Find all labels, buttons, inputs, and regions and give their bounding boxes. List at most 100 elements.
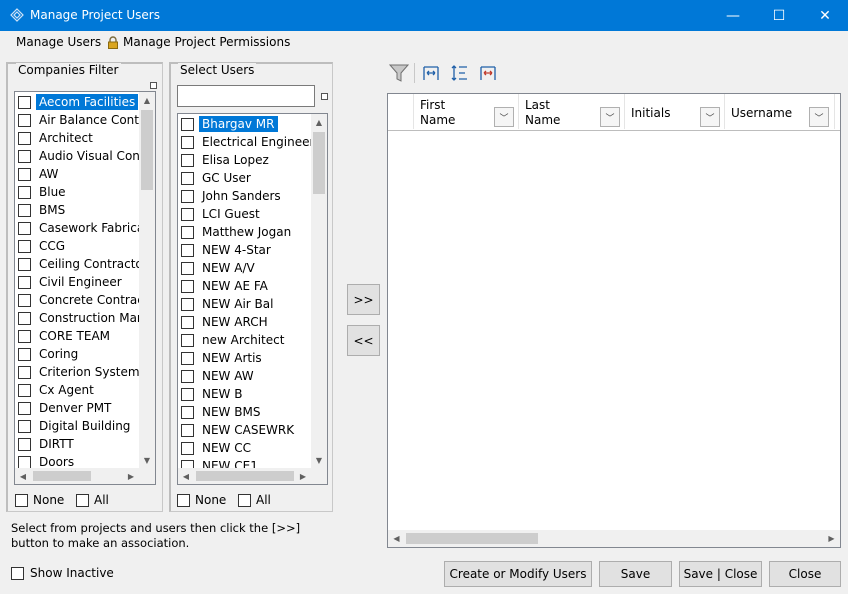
item-checkbox[interactable]	[181, 387, 194, 401]
list-item[interactable]: Matthew Jogan	[178, 223, 294, 241]
list-item[interactable]: Coring	[15, 345, 81, 363]
list-item[interactable]: Digital Building	[15, 417, 133, 435]
column-header-username[interactable]: Username ﹀	[725, 94, 835, 129]
grid-horizontal-scrollbar[interactable]: ◀ ▶	[388, 530, 840, 547]
list-item[interactable]: Criterion Systems	[15, 363, 149, 381]
scroll-up-arrow-icon[interactable]: ▲	[311, 114, 327, 130]
scroll-right-arrow-icon[interactable]: ▶	[823, 530, 840, 547]
item-checkbox[interactable]	[18, 113, 31, 127]
item-checkbox[interactable]	[181, 243, 194, 257]
item-checkbox[interactable]	[181, 207, 194, 221]
item-checkbox[interactable]	[181, 369, 194, 383]
fit-columns-icon[interactable]	[422, 64, 440, 82]
show-inactive-option[interactable]: Show Inactive	[11, 566, 114, 580]
list-item[interactable]: Bhargav MR	[178, 115, 278, 133]
item-checkbox[interactable]	[18, 311, 31, 325]
column-header-last-name[interactable]: Last Name ﹀	[519, 94, 625, 129]
column-header-initials[interactable]: Initials ﹀	[625, 94, 725, 129]
item-checkbox[interactable]	[181, 189, 194, 203]
item-checkbox[interactable]	[181, 135, 194, 149]
list-item[interactable]: DIRTT	[15, 435, 77, 453]
list-item[interactable]: Audio Visual Contra	[15, 147, 155, 165]
list-item[interactable]: NEW BMS	[178, 403, 263, 421]
list-item[interactable]: NEW ARCH	[178, 313, 271, 331]
all-checkbox[interactable]	[76, 493, 89, 507]
users-resize-handle[interactable]	[321, 93, 328, 100]
list-item[interactable]: AW	[15, 165, 61, 183]
list-item[interactable]: Civil Engineer	[15, 273, 125, 291]
item-checkbox[interactable]	[18, 437, 31, 451]
list-item[interactable]: Construction Mana	[15, 309, 155, 327]
item-checkbox[interactable]	[18, 203, 31, 217]
item-checkbox[interactable]	[181, 423, 194, 437]
item-checkbox[interactable]	[18, 95, 31, 109]
list-item[interactable]: new Architect	[178, 331, 287, 349]
scroll-thumb[interactable]	[196, 471, 294, 481]
all-checkbox[interactable]	[238, 493, 251, 507]
scroll-thumb[interactable]	[406, 533, 538, 544]
list-item[interactable]: Casework Fabricato	[15, 219, 155, 237]
list-item[interactable]: GC User	[178, 169, 254, 187]
list-item[interactable]: NEW AW	[178, 367, 257, 385]
users-none-option[interactable]: None	[177, 493, 226, 507]
item-checkbox[interactable]	[18, 419, 31, 433]
item-checkbox[interactable]	[18, 365, 31, 379]
scroll-down-arrow-icon[interactable]: ▼	[139, 452, 155, 468]
item-checkbox[interactable]	[181, 333, 194, 347]
users-horizontal-scrollbar[interactable]: ◀ ▶	[178, 468, 327, 484]
list-item[interactable]: NEW B	[178, 385, 245, 403]
list-item[interactable]: Electrical Engineer	[178, 133, 317, 151]
save-close-button[interactable]: Save | Close	[679, 561, 762, 587]
scroll-right-arrow-icon[interactable]: ▶	[123, 468, 139, 484]
list-item[interactable]: NEW Air Bal	[178, 295, 276, 313]
list-item[interactable]: Denver PMT	[15, 399, 114, 417]
item-checkbox[interactable]	[181, 153, 194, 167]
list-item[interactable]: NEW A/V	[178, 259, 258, 277]
item-checkbox[interactable]	[181, 315, 194, 329]
item-checkbox[interactable]	[18, 239, 31, 253]
remove-association-button[interactable]: <<	[347, 325, 380, 356]
filter-icon[interactable]	[389, 64, 409, 82]
show-inactive-checkbox[interactable]	[11, 566, 24, 580]
item-checkbox[interactable]	[181, 405, 194, 419]
maximize-button[interactable]: ☐	[756, 0, 802, 31]
menu-manage-permissions[interactable]: Manage Project Permissions	[123, 35, 290, 49]
item-checkbox[interactable]	[18, 149, 31, 163]
companies-none-option[interactable]: None	[15, 493, 64, 507]
add-association-button[interactable]: >>	[347, 284, 380, 315]
list-item[interactable]: NEW AE FA	[178, 277, 271, 295]
none-checkbox[interactable]	[177, 493, 190, 507]
list-item[interactable]: NEW 4-Star	[178, 241, 274, 259]
item-checkbox[interactable]	[18, 455, 31, 469]
users-list[interactable]: Bhargav MR Electrical Engineer Elisa Lopez…	[177, 113, 328, 485]
item-checkbox[interactable]	[18, 401, 31, 415]
companies-vertical-scrollbar[interactable]: ▲ ▼	[139, 92, 155, 468]
item-checkbox[interactable]	[18, 257, 31, 271]
menu-manage-users[interactable]: Manage Users	[16, 35, 101, 49]
companies-all-option[interactable]: All	[76, 493, 109, 507]
autosize-rows-icon[interactable]	[451, 64, 469, 82]
list-item[interactable]: NEW CASEWRK	[178, 421, 297, 439]
list-item[interactable]: Elisa Lopez	[178, 151, 272, 169]
column-header-first-name[interactable]: First Name ﹀	[414, 94, 519, 129]
create-modify-users-button[interactable]: Create or Modify Users	[444, 561, 592, 587]
users-grid[interactable]: First Name ﹀ Last Name ﹀ Initials ﹀ Userna…	[387, 93, 841, 548]
list-item[interactable]: Architect	[15, 129, 96, 147]
chevron-down-icon[interactable]: ﹀	[494, 107, 514, 127]
item-checkbox[interactable]	[181, 225, 194, 239]
scroll-left-arrow-icon[interactable]: ◀	[178, 468, 194, 484]
reset-columns-icon[interactable]	[479, 64, 497, 82]
list-item[interactable]: Cx Agent	[15, 381, 97, 399]
scroll-thumb[interactable]	[313, 132, 325, 194]
scroll-left-arrow-icon[interactable]: ◀	[388, 530, 405, 547]
none-checkbox[interactable]	[15, 493, 28, 507]
item-checkbox[interactable]	[18, 131, 31, 145]
list-item[interactable]: Air Balance Contrac	[15, 111, 155, 129]
item-checkbox[interactable]	[18, 221, 31, 235]
list-item[interactable]: Aecom Facilities	[15, 93, 139, 111]
scroll-left-arrow-icon[interactable]: ◀	[15, 468, 31, 484]
chevron-down-icon[interactable]: ﹀	[600, 107, 620, 127]
item-checkbox[interactable]	[18, 293, 31, 307]
list-item[interactable]: BMS	[15, 201, 68, 219]
item-checkbox[interactable]	[18, 329, 31, 343]
